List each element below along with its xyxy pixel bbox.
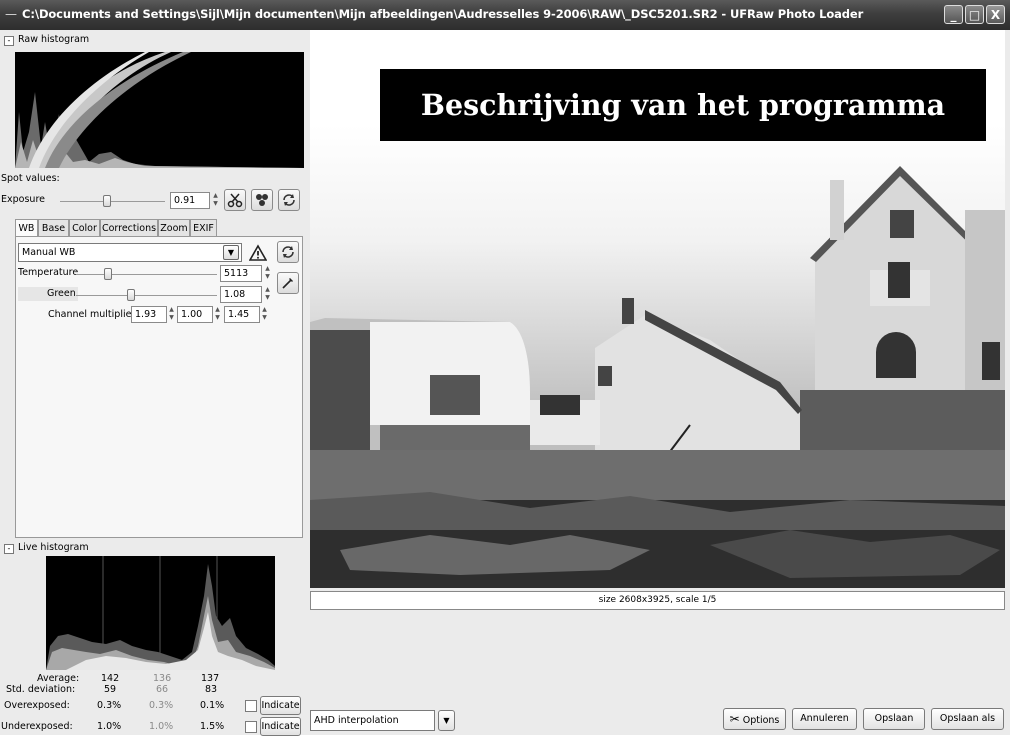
underexposed-checkbox[interactable] (245, 721, 257, 733)
tab-corrections[interactable]: Corrections (100, 219, 158, 237)
title-bar: — C:\Documents and Settings\Sijl\Mijn do… (0, 0, 1010, 30)
chevron-down-icon[interactable]: ▼ (223, 245, 239, 260)
green-spin-arrows[interactable]: ▲ ▼ (263, 286, 272, 303)
tab-exif[interactable]: EXIF (190, 219, 217, 237)
std-deviation-r: 59 (104, 684, 117, 695)
underexposed-r: 1.0% (97, 721, 122, 732)
image-size-status: size 2608x3925, scale 1/5 (310, 591, 1005, 610)
underexposed-g: 1.0% (149, 721, 174, 732)
average-r: 142 (101, 673, 120, 684)
std-deviation-g: 66 (156, 684, 169, 695)
tab-zoom[interactable]: Zoom (158, 219, 190, 237)
multiplier-red-spin[interactable]: ▲ ▼ (167, 306, 176, 323)
interpolation-dropdown-icon[interactable]: ▼ (438, 710, 455, 731)
system-menu-icon[interactable]: — (5, 8, 17, 20)
average-g: 136 (153, 673, 172, 684)
save-as-button[interactable]: Opslaan als (931, 708, 1004, 730)
underexposed-label: Underexposed: (1, 721, 73, 732)
scissors-icon[interactable] (224, 189, 246, 211)
tab-color[interactable]: Color (69, 219, 100, 237)
raw-histogram-graph (15, 52, 304, 168)
save-button[interactable]: Opslaan (863, 708, 925, 730)
raw-histogram (15, 52, 304, 168)
green-input[interactable]: 1.08 (220, 286, 262, 303)
std-deviation-label: Std. deviation: (6, 684, 76, 695)
underexposed-indicate-button[interactable]: Indicate (260, 717, 301, 736)
live-histogram-expander[interactable]: - Live histogram (4, 542, 89, 554)
green-slider[interactable] (76, 295, 217, 296)
options-button[interactable]: ✂ Options (723, 708, 786, 730)
options-label: Options (742, 715, 780, 726)
live-histogram-graph (46, 556, 275, 670)
average-label: Average: (37, 673, 80, 684)
reset-arrows-icon[interactable] (278, 189, 300, 211)
wb-reset-icon[interactable] (277, 241, 299, 263)
spot-values-label: Spot values: (1, 173, 60, 184)
live-histogram-label: Live histogram (18, 542, 89, 553)
overexposed-b: 0.1% (200, 700, 225, 711)
average-b: 137 (201, 673, 220, 684)
underexposed-b: 1.5% (200, 721, 225, 732)
exposure-value-input[interactable]: 0.91 (170, 192, 210, 209)
maximize-button[interactable]: □ (965, 5, 984, 24)
cancel-button[interactable]: Annuleren (792, 708, 857, 730)
temperature-label: Temperature (18, 267, 79, 278)
multiplier-blue-spin[interactable]: ▲ ▼ (260, 306, 269, 323)
multiplier-red-input[interactable]: 1.93 (131, 306, 167, 323)
minimize-button[interactable]: _ (944, 5, 963, 24)
live-histogram (46, 556, 275, 670)
interpolation-select[interactable]: AHD interpolation (310, 710, 435, 731)
exposure-slider-thumb[interactable] (103, 195, 112, 207)
exposure-slider[interactable] (60, 201, 165, 202)
window-title: C:\Documents and Settings\Sijl\Mijn docu… (22, 7, 864, 21)
channel-multipliers-label: Channel multipliers: (48, 309, 144, 320)
overexposed-indicate-button[interactable]: Indicate (260, 696, 301, 715)
exposure-spin-arrows[interactable]: ▲ ▼ (211, 192, 220, 209)
overexposed-g: 0.3% (149, 700, 174, 711)
overexposed-label: Overexposed: (4, 700, 70, 711)
multiplier-green-spin[interactable]: ▲ ▼ (213, 306, 222, 323)
tools-icon: ✂ (729, 712, 740, 726)
std-deviation-b: 83 (205, 684, 218, 695)
raw-histogram-label: Raw histogram (18, 34, 90, 45)
temperature-input[interactable]: 5113 (220, 265, 262, 282)
eyedropper-icon[interactable] (277, 272, 299, 294)
temperature-spin-arrows[interactable]: ▲ ▼ (263, 265, 272, 282)
green-slider-thumb[interactable] (126, 289, 135, 301)
wb-preset-select[interactable]: Manual WB (18, 243, 242, 262)
ufraw-window: — C:\Documents and Settings\Sijl\Mijn do… (0, 0, 1010, 736)
overexposed-r: 0.3% (97, 700, 122, 711)
temperature-slider-thumb[interactable] (104, 268, 113, 280)
temperature-slider[interactable] (76, 274, 217, 275)
tab-base[interactable]: Base (38, 219, 69, 237)
green-label: Green (47, 288, 76, 299)
caption-overlay: Beschrijving van het programma (380, 69, 986, 141)
raw-histogram-expander[interactable]: - Raw histogram (4, 34, 89, 46)
multiplier-green-input[interactable]: 1.00 (177, 306, 213, 323)
overexposed-checkbox[interactable] (245, 700, 257, 712)
multiplier-blue-input[interactable]: 1.45 (224, 306, 260, 323)
warning-triangle-icon (247, 242, 269, 264)
clover-icon[interactable] (251, 189, 273, 211)
exposure-label: Exposure (1, 194, 45, 205)
close-button[interactable]: X (986, 5, 1005, 24)
